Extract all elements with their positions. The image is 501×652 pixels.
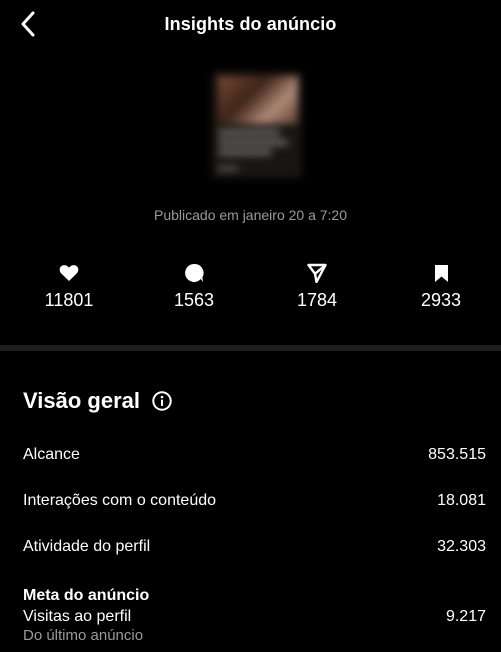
ad-thumbnail[interactable] <box>212 72 302 178</box>
metric-label: Interações com o conteúdo <box>23 492 217 509</box>
saves-count: 2933 <box>420 290 462 310</box>
metric-label: Visitas ao perfil <box>23 608 132 625</box>
chevron-left-icon <box>21 11 35 37</box>
overview-heading: Visão geral <box>23 388 172 414</box>
stat-likes: 11801 <box>14 262 124 311</box>
metric-row-reach[interactable]: Alcance 853.515 <box>23 446 486 464</box>
metric-label: Atividade do perfil <box>23 538 151 555</box>
published-date: Publicado em janeiro 20 a 7:20 <box>153 207 348 223</box>
comment-icon <box>185 263 204 282</box>
metric-value: 32.303 <box>437 538 486 555</box>
info-icon <box>152 391 172 411</box>
bookmark-icon <box>434 264 448 282</box>
engagement-stats: 11801 1563 1784 2933 <box>0 262 501 322</box>
section-divider <box>0 345 501 351</box>
metric-value: 18.081 <box>437 492 486 509</box>
metric-row-interactions[interactable]: Interações com o conteúdo 18.081 <box>23 492 486 510</box>
overview-title: Visão geral <box>23 388 140 413</box>
stat-shares: 1784 <box>262 262 372 311</box>
page-title: Insights do anúncio <box>164 13 337 34</box>
send-icon <box>307 263 327 283</box>
stat-comments: 1563 <box>139 262 249 311</box>
info-button[interactable] <box>152 391 172 411</box>
heart-icon <box>59 265 79 281</box>
ad-goal-subtitle: Do último anúncio <box>23 627 144 644</box>
top-bar: Insights do anúncio <box>0 0 501 48</box>
comments-count: 1563 <box>173 290 215 310</box>
metric-row-profile-visits[interactable]: Visitas ao perfil 9.217 <box>23 608 486 626</box>
metric-value: 9.217 <box>445 608 486 625</box>
metric-value: 853.515 <box>428 446 486 463</box>
shares-count: 1784 <box>296 290 338 310</box>
metric-label: Alcance <box>23 446 80 463</box>
stat-saves: 2933 <box>386 262 496 311</box>
ad-goal-title: Meta do anúncio <box>23 587 150 604</box>
metric-row-profile-activity[interactable]: Atividade do perfil 32.303 <box>23 538 486 556</box>
back-button[interactable] <box>12 8 44 40</box>
likes-count: 11801 <box>44 290 94 310</box>
